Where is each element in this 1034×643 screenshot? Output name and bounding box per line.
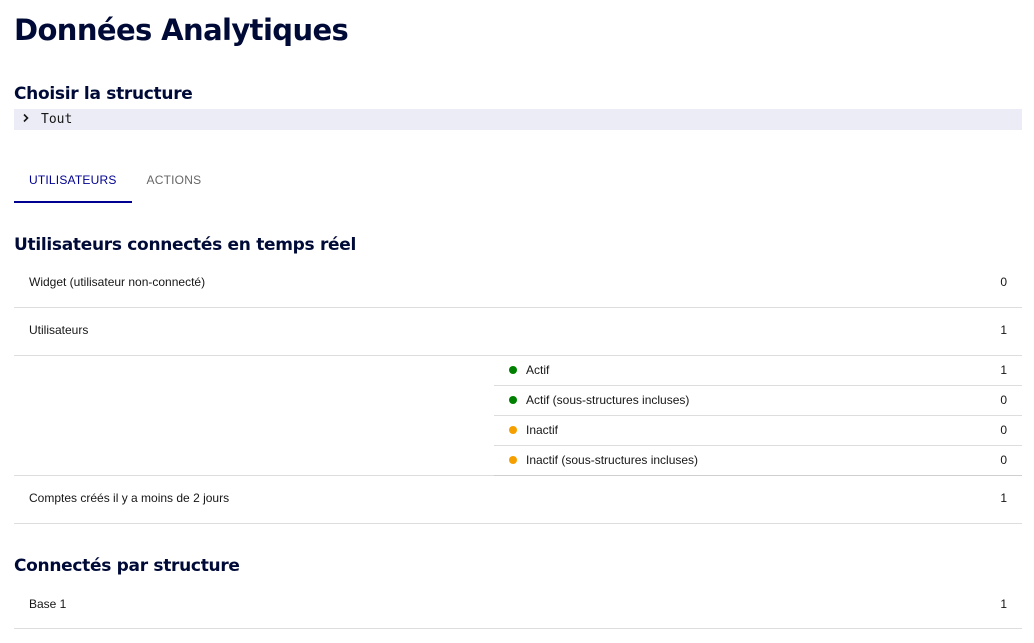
- structure-heading: Choisir la structure: [14, 84, 193, 104]
- breakdown-row-inactive-sub: Inactif (sous-structures incluses) 0: [494, 446, 1022, 475]
- structure-tree-label: Tout: [41, 112, 73, 127]
- breakdown-value: 0: [1000, 423, 1007, 437]
- breakdown-label: Actif (sous-structures incluses): [526, 393, 690, 407]
- tab-actions[interactable]: ACTIONS: [132, 160, 217, 201]
- breakdown-value: 0: [1000, 393, 1007, 407]
- realtime-heading: Utilisateurs connectés en temps réel: [14, 235, 357, 255]
- analytics-tabs: UTILISATEURS ACTIONS: [14, 160, 216, 203]
- structure-row-base-1: Base 1 1: [14, 580, 1022, 629]
- chevron-right-icon: [22, 109, 36, 130]
- tab-utilisateurs[interactable]: UTILISATEURS: [14, 160, 132, 203]
- structure-row-label: Base 1: [29, 597, 67, 611]
- breakdown-row-active: Actif 1: [494, 356, 1022, 386]
- breakdown-label: Inactif: [526, 423, 559, 437]
- breakdown-label: Inactif (sous-structures incluses): [526, 453, 699, 467]
- breakdown-row-active-sub: Actif (sous-structures incluses) 0: [494, 386, 1022, 416]
- users-breakdown-table: Actif 1 Actif (sous-structures incluses)…: [494, 356, 1022, 476]
- users-row-value: 1: [1000, 323, 1007, 337]
- recent-accounts-label: Comptes créés il y a moins de 2 jours: [29, 491, 230, 505]
- users-row-label: Utilisateurs: [29, 323, 89, 337]
- breakdown-label: Actif: [526, 363, 550, 377]
- status-dot-inactive: [509, 456, 517, 464]
- users-row: Utilisateurs 1: [14, 308, 1022, 356]
- widget-row-label: Widget (utilisateur non-connecté): [29, 275, 206, 289]
- status-dot-active: [509, 396, 517, 404]
- recent-accounts-value: 1: [1000, 491, 1007, 505]
- structure-row-value: 1: [1000, 597, 1007, 611]
- breakdown-row-inactive: Inactif 0: [494, 416, 1022, 446]
- structure-tree-item-all[interactable]: Tout: [14, 109, 1022, 130]
- by-structure-heading: Connectés par structure: [14, 556, 240, 576]
- page-title: Données Analytiques: [14, 13, 349, 47]
- breakdown-value: 0: [1000, 453, 1007, 467]
- recent-accounts-row: Comptes créés il y a moins de 2 jours 1: [14, 476, 1022, 524]
- status-dot-active: [509, 366, 517, 374]
- breakdown-value: 1: [1000, 363, 1007, 377]
- status-dot-inactive: [509, 426, 517, 434]
- widget-row-value: 0: [1000, 275, 1007, 289]
- widget-row: Widget (utilisateur non-connecté) 0: [14, 259, 1022, 308]
